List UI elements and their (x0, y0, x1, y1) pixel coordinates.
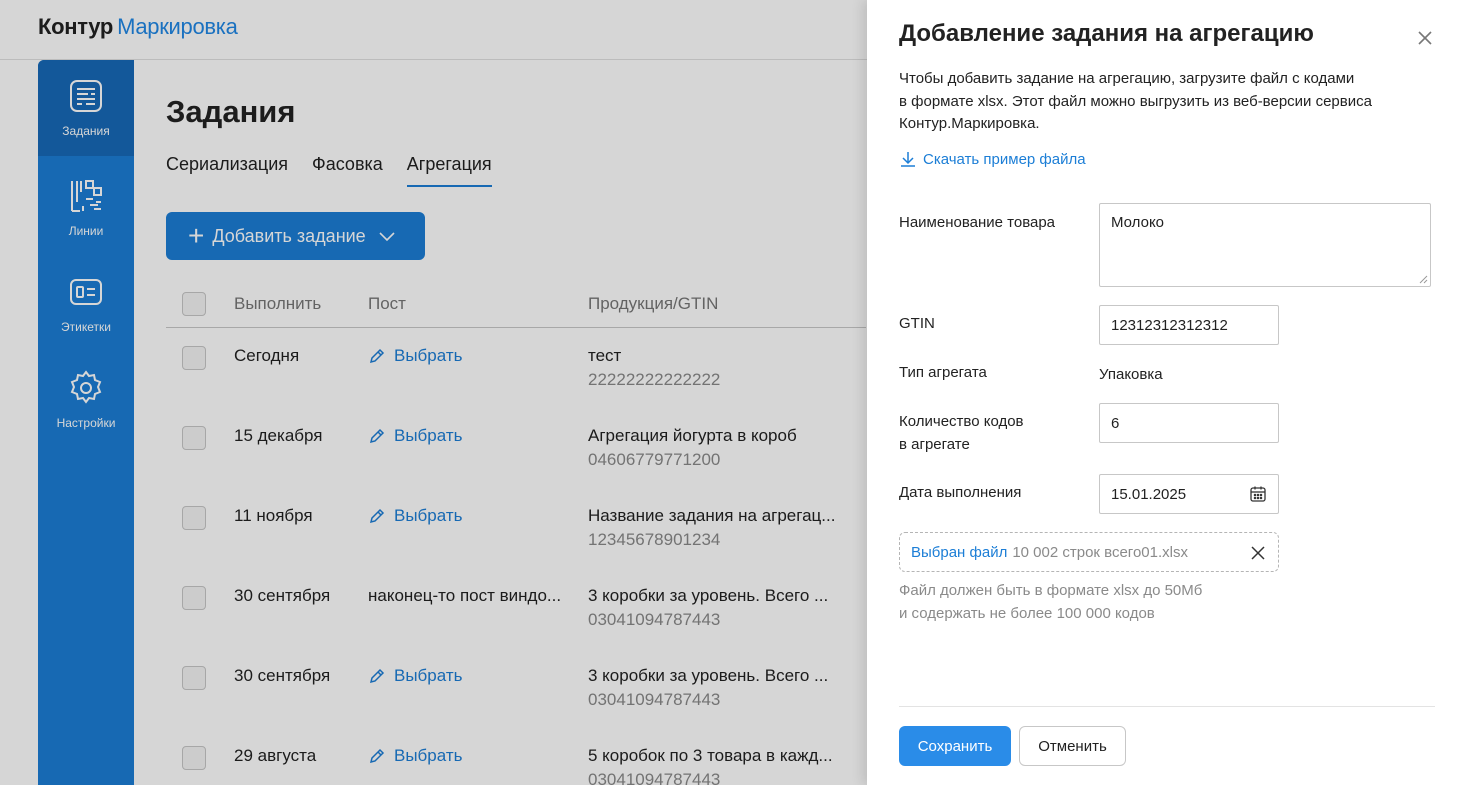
date-value: 15.01.2025 (1111, 485, 1187, 503)
file-upload-box[interactable]: Выбран файл 10 002 строк всего01.xlsx (899, 532, 1279, 572)
description-line: в формате xlsx. Этот файл можно выгрузит… (899, 92, 1372, 110)
description-line: Контур.Маркировка. (899, 115, 1040, 132)
codes-count-label-line: в агрегате (899, 435, 970, 453)
product-name-textarea[interactable]: Молоко (1099, 203, 1431, 287)
product-name-value: Молоко (1111, 214, 1165, 231)
gtin-label: GTIN (899, 315, 935, 332)
gtin-value: 12312312312312 (1111, 316, 1228, 334)
aggregate-type-label: Тип агрегата (899, 364, 987, 381)
add-aggregation-panel: Добавление задания на агрегацию Чтобы до… (867, 0, 1468, 785)
footer-divider (899, 706, 1435, 707)
gtin-input[interactable]: 12312312312312 (1099, 305, 1279, 345)
codes-count-input[interactable]: 6 (1099, 403, 1279, 443)
resize-handle-icon[interactable] (1418, 274, 1428, 284)
date-input[interactable]: 15.01.2025 (1099, 474, 1279, 514)
cancel-button[interactable]: Отменить (1019, 726, 1126, 766)
calendar-icon[interactable] (1249, 485, 1267, 503)
clear-file-icon[interactable] (1250, 545, 1266, 561)
codes-count-value: 6 (1111, 414, 1120, 432)
hint-line: Файл должен быть в формате xlsx до 50Мб (899, 582, 1203, 599)
close-icon[interactable] (1413, 26, 1437, 50)
modal-overlay[interactable] (0, 0, 867, 785)
codes-count-label: Количество кодов в агрегате (899, 411, 1024, 456)
download-icon (901, 152, 915, 167)
panel-title: Добавление задания на агрегацию (899, 20, 1314, 47)
panel-description: Чтобы добавить задание на агрегацию, заг… (899, 68, 1399, 136)
hint-line: и содержать не более 100 000 кодов (899, 604, 1155, 622)
description-line: Чтобы добавить задание на агрегацию, заг… (899, 70, 1355, 87)
date-label: Дата выполнения (899, 484, 1022, 501)
file-chosen-label[interactable]: Выбран файл (911, 544, 1007, 561)
save-button[interactable]: Сохранить (899, 726, 1011, 766)
file-hint: Файл должен быть в формате xlsx до 50Мб … (899, 580, 1202, 625)
product-name-label: Наименование товара (899, 214, 1056, 231)
download-sample-link[interactable]: Скачать пример файла (899, 150, 1086, 168)
file-name: 10 002 строк всего01.xlsx (1012, 543, 1188, 561)
download-link-label: Скачать пример файла (923, 150, 1086, 168)
aggregate-type-value: Упаковка (1099, 366, 1163, 383)
codes-count-label-line: Количество кодов (899, 413, 1024, 430)
